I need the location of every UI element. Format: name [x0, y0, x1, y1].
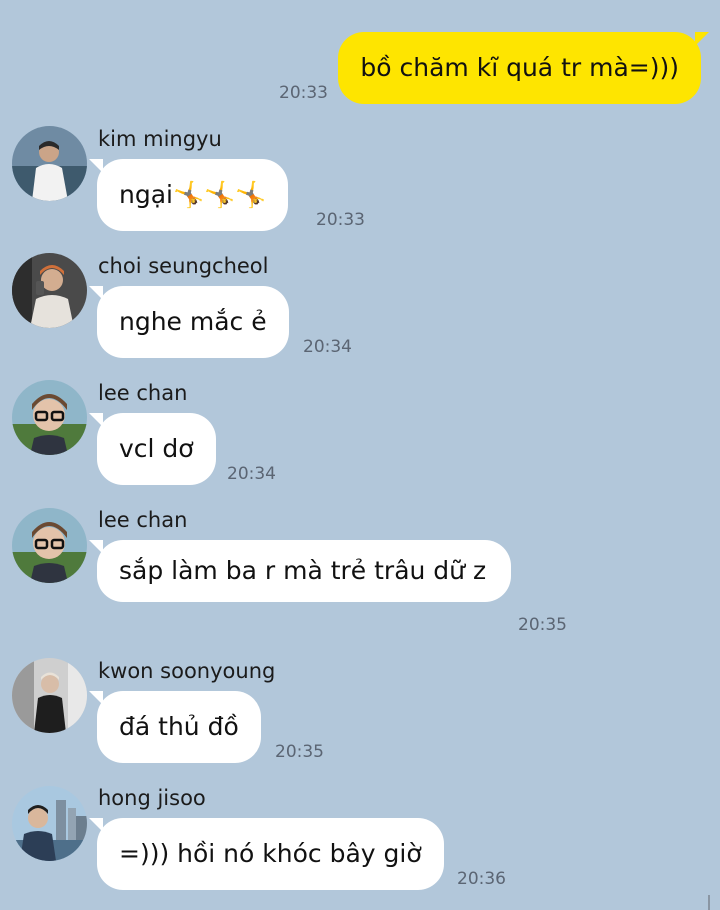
- avatar[interactable]: [12, 253, 87, 328]
- sender-name: kim mingyu: [98, 127, 222, 151]
- avatar[interactable]: [12, 786, 87, 861]
- cartwheel-emoji-icon: 🤸🤸🤸: [172, 180, 267, 209]
- sender-name: kwon soonyoung: [98, 659, 276, 683]
- sender-name: hong jisoo: [98, 786, 206, 810]
- message-time: 20:34: [227, 464, 276, 484]
- message-text: vcl dơ: [119, 434, 194, 463]
- message-bubble-incoming[interactable]: =))) hồi nó khóc bây giờ: [89, 818, 444, 890]
- avatar-choi-seungcheol-image: [12, 253, 87, 328]
- message-bubble-incoming[interactable]: nghe mắc ẻ: [89, 286, 289, 358]
- sender-name: lee chan: [98, 508, 188, 532]
- message-text: =))) hồi nó khóc bây giờ: [119, 839, 422, 868]
- message-bubble-incoming[interactable]: đá thủ đồ: [89, 691, 261, 763]
- avatar[interactable]: [12, 508, 87, 583]
- sender-name: choi seungcheol: [98, 254, 269, 278]
- avatar-kwon-soonyoung-image: [12, 658, 87, 733]
- message-time: 20:36: [457, 869, 506, 889]
- message-time: 20:33: [279, 83, 328, 103]
- avatar[interactable]: [12, 658, 87, 733]
- message-text: bồ chăm kĩ quá tr mà=))): [360, 53, 679, 82]
- avatar-lee-chan-image: [12, 380, 87, 455]
- scrollbar-indicator[interactable]: [708, 895, 710, 910]
- avatar-lee-chan-image: [12, 508, 87, 583]
- message-text: ngại: [119, 180, 173, 209]
- message-text: đá thủ đồ: [119, 712, 239, 741]
- avatar-hong-jisoo-image: [12, 786, 87, 861]
- avatar[interactable]: [12, 380, 87, 455]
- message-bubble-incoming[interactable]: vcl dơ: [89, 413, 216, 485]
- avatar[interactable]: [12, 126, 87, 201]
- message-time: 20:34: [303, 337, 352, 357]
- message-bubble-outgoing[interactable]: bồ chăm kĩ quá tr mà=))): [338, 32, 709, 104]
- message-text: nghe mắc ẻ: [119, 307, 267, 336]
- message-time: 20:35: [518, 615, 567, 635]
- message-time: 20:33: [316, 210, 365, 230]
- message-bubble-incoming[interactable]: ngại🤸🤸🤸: [88, 159, 289, 231]
- message-time: 20:35: [275, 742, 324, 762]
- avatar-kim-mingyu-image: [12, 126, 87, 201]
- message-text: sắp làm ba r mà trẻ trâu dữ z: [119, 556, 487, 585]
- message-bubble-incoming[interactable]: sắp làm ba r mà trẻ trâu dữ z: [89, 540, 511, 602]
- sender-name: lee chan: [98, 381, 188, 405]
